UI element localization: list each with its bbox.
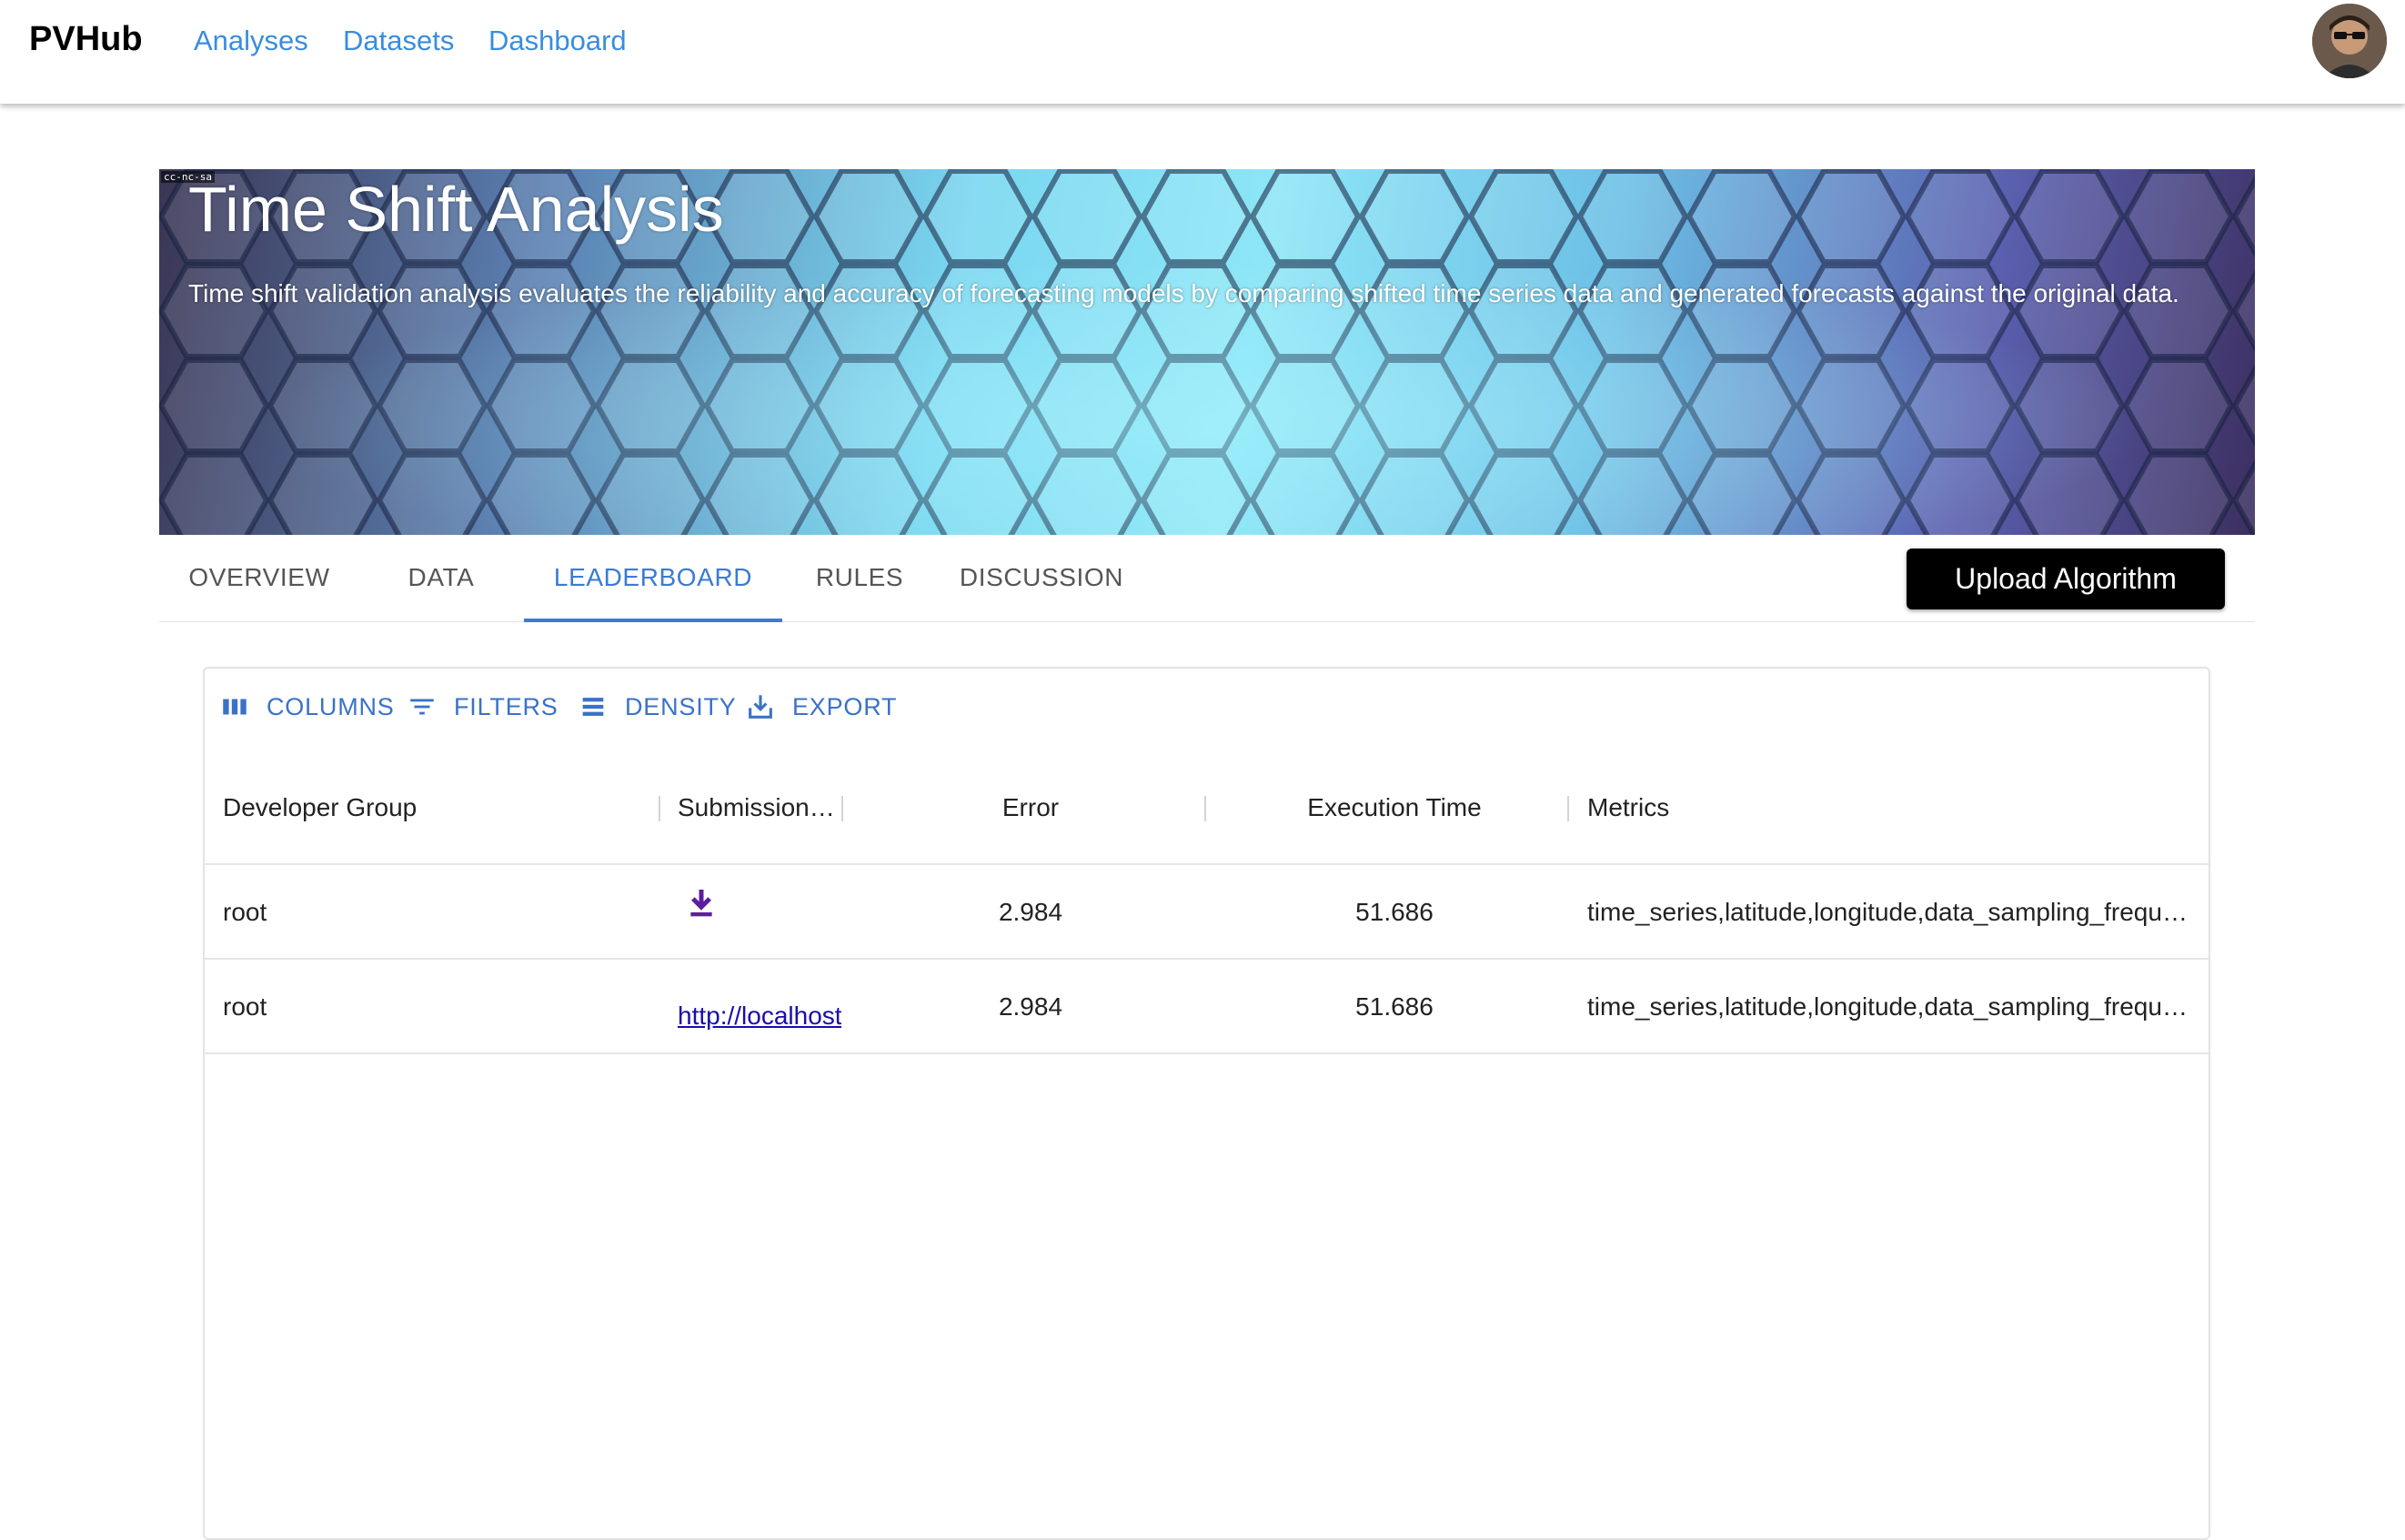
filters-label: FILTERS [454, 692, 558, 720]
grid-header-row: Developer Group Submission… Error Execut… [205, 750, 2209, 865]
column-separator[interactable] [659, 796, 660, 821]
export-icon [749, 695, 772, 719]
tab-overview[interactable]: OVERVIEW [159, 542, 359, 620]
execution-time-cell: 51.686 [1355, 898, 1434, 926]
page-description: Time shift validation analysis evaluates… [188, 279, 2179, 307]
metrics-cell: time_series,latitude,longitude,data_samp… [1587, 898, 2188, 926]
column-separator[interactable] [1204, 796, 1206, 821]
analysis-banner: cc-nc-sa Time Shift Analysis Time shift … [159, 169, 2255, 535]
column-separator[interactable] [841, 796, 843, 821]
export-label: EXPORT [792, 692, 898, 720]
columns-label: COLUMNS [267, 692, 395, 720]
column-header-developer-group[interactable]: Developer Group [223, 750, 623, 865]
filter-icon [410, 699, 434, 715]
download-icon[interactable] [683, 885, 719, 921]
upload-algorithm-button[interactable]: Upload Algorithm [1907, 549, 2225, 609]
column-header-error[interactable]: Error [860, 750, 1202, 865]
active-tab-indicator [524, 619, 782, 622]
tab-data[interactable]: DATA [359, 542, 523, 620]
column-header-submission[interactable]: Submission… [678, 750, 841, 865]
avatar-image [2312, 4, 2387, 78]
column-separator[interactable] [1567, 796, 1569, 821]
metrics-cell: time_series,latitude,longitude,data_samp… [1587, 992, 2188, 1021]
density-icon [582, 698, 604, 716]
column-header-metrics[interactable]: Metrics [1587, 750, 2133, 865]
submission-link[interactable]: http://localhost [678, 969, 841, 1063]
nav-link-dashboard[interactable]: Dashboard [488, 25, 627, 57]
brand-logo[interactable]: PVHub [29, 20, 143, 59]
error-cell: 2.984 [998, 992, 1063, 1021]
export-button[interactable]: EXPORT [745, 687, 897, 727]
table-row[interactable]: root 2.984 51.686 time_series,latitude,l… [205, 865, 2209, 960]
page-title: Time Shift Analysis [188, 174, 724, 245]
tab-rules[interactable]: RULES [782, 542, 937, 620]
developer-group-cell: root [223, 992, 267, 1021]
tab-leaderboard[interactable]: LEADERBOARD [524, 542, 782, 620]
columns-icon [223, 699, 247, 715]
tab-discussion[interactable]: DISCUSSION [937, 542, 1146, 620]
columns-button[interactable]: COLUMNS [219, 687, 395, 727]
app-bar: PVHub Analyses Datasets Dashboard [0, 0, 2405, 104]
density-button[interactable]: DENSITY [578, 687, 737, 727]
column-header-execution-time[interactable]: Execution Time [1223, 750, 1565, 865]
density-label: DENSITY [625, 692, 737, 720]
developer-group-cell: root [223, 898, 267, 926]
user-avatar[interactable] [2312, 4, 2387, 78]
nav-link-analyses[interactable]: Analyses [194, 25, 308, 57]
filters-button[interactable]: FILTERS [407, 687, 558, 727]
leaderboard-grid: COLUMNS FILTERS DENSITY EXPORT Developer… [203, 667, 2210, 1540]
table-row[interactable]: root http://localhost 2.984 51.686 time_… [205, 960, 2209, 1054]
nav-link-datasets[interactable]: Datasets [343, 25, 454, 57]
error-cell: 2.984 [998, 898, 1063, 926]
execution-time-cell: 51.686 [1355, 992, 1434, 1021]
